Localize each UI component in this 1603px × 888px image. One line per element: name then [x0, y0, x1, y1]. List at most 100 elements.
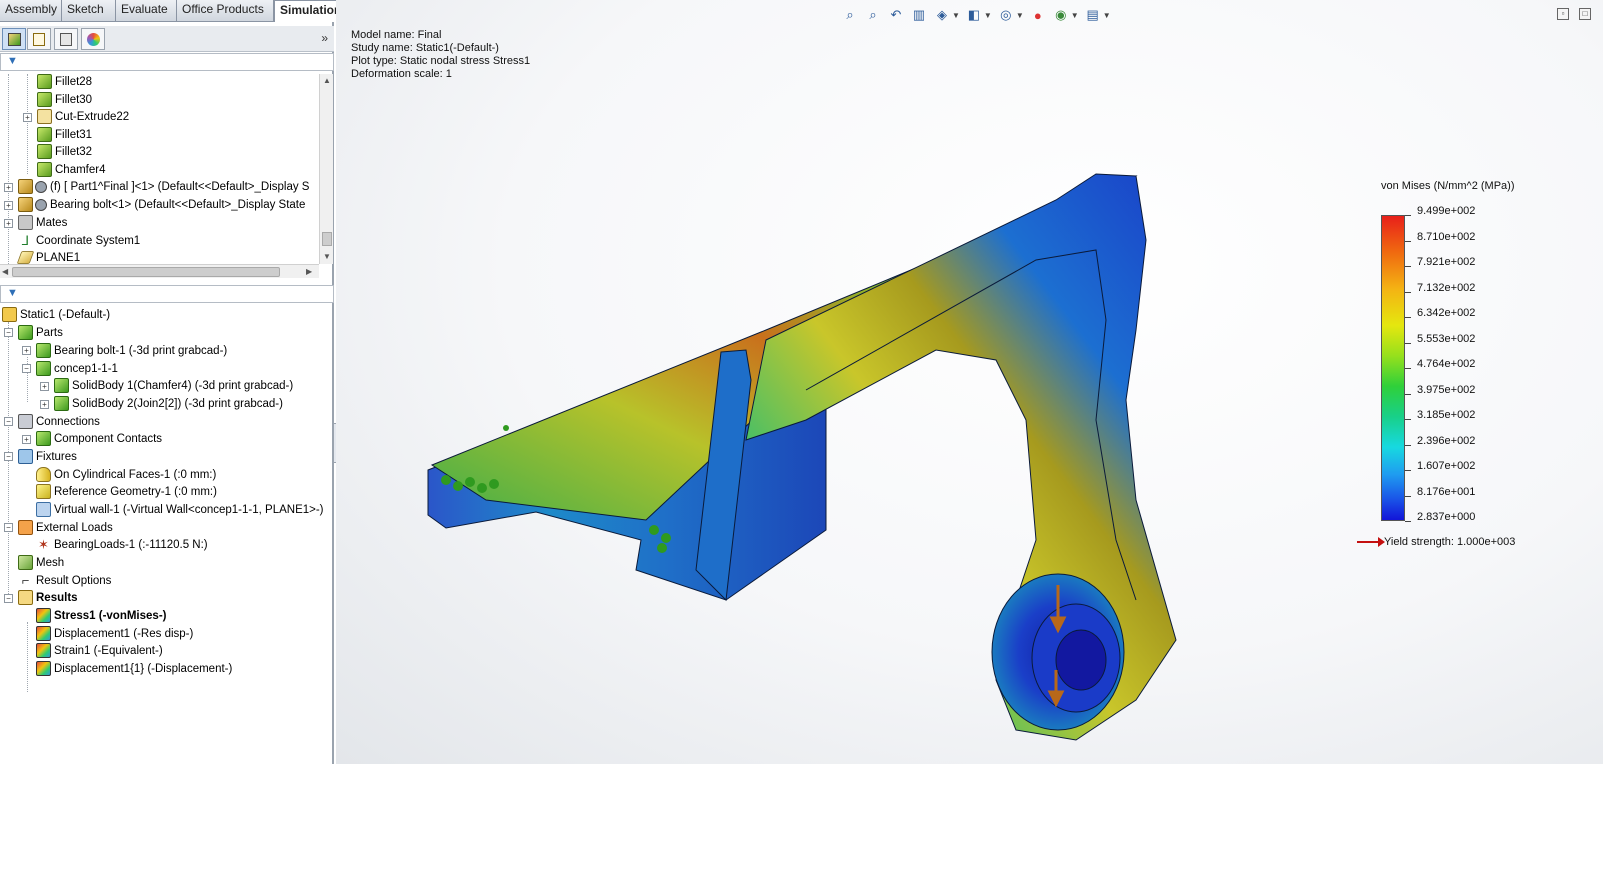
tree-item-parts[interactable]: Parts	[18, 324, 63, 341]
legend-tick	[1405, 240, 1411, 242]
collapse-toggle[interactable]: −	[22, 364, 31, 373]
legend-value: 5.553e+002	[1417, 332, 1476, 345]
displacement-plot-icon	[36, 661, 51, 676]
tree-item-label: Bearing bolt<1> (Default<<Default>_Displ…	[50, 198, 306, 211]
yield-strength-arrow-icon	[1357, 537, 1385, 547]
expand-toggle[interactable]: +	[23, 113, 32, 122]
collapse-toggle[interactable]: −	[4, 328, 13, 337]
expand-toggle[interactable]: +	[4, 183, 13, 192]
tree-item-concep1-1-1[interactable]: concep1-1-1	[36, 360, 118, 377]
legend-tick	[1405, 342, 1411, 344]
tree-item-label: Bearing bolt-1 (-3d print grabcad-)	[54, 344, 228, 357]
tree-item-strain1[interactable]: Strain1 (-Equivalent-)	[36, 642, 163, 659]
tree-item-solidbody-1[interactable]: SolidBody 1(Chamfer4) (-3d print grabcad…	[54, 377, 293, 394]
tree-item-results[interactable]: Results	[18, 589, 78, 606]
tree-item-bearing-bolt[interactable]: Bearing bolt<1> (Default<<Default>_Displ…	[18, 196, 305, 213]
study-tree-filter[interactable]: ▼	[0, 285, 334, 303]
expand-toggle[interactable]: +	[22, 435, 31, 444]
stress-plot-icon	[36, 608, 51, 623]
legend-value: 3.975e+002	[1417, 383, 1476, 396]
collapse-toggle[interactable]: −	[4, 523, 13, 532]
tab-simulation[interactable]: Simulation	[274, 0, 344, 22]
legend-value: 7.132e+002	[1417, 281, 1476, 294]
tree-item-label: Fillet31	[55, 128, 93, 141]
scrollbar-thumb[interactable]	[12, 267, 280, 277]
tree-item-part1-final[interactable]: (f) [ Part1^Final ]<1> (Default<<Default…	[18, 178, 309, 195]
tree-item-label: Parts	[36, 326, 63, 339]
tree-item-displacement1-1[interactable]: Displacement1{1} (-Displacement-)	[36, 660, 232, 677]
tree-item-fillet30[interactable]: Fillet30	[37, 91, 92, 108]
tree-item-static1[interactable]: Static1 (-Default-)	[2, 306, 110, 323]
legend-tick	[1405, 368, 1411, 369]
tab-office-products[interactable]: Office Products	[177, 0, 274, 21]
expand-toggle[interactable]: +	[4, 219, 13, 228]
graphics-area[interactable]: Model name: Final Study name: Static1(-D…	[336, 0, 1603, 764]
tree-item-chamfer4[interactable]: Chamfer4	[37, 161, 106, 178]
tree-item-external-loads[interactable]: External Loads	[18, 519, 113, 536]
expand-toggle[interactable]: +	[22, 346, 31, 355]
tab-sketch[interactable]: Sketch	[62, 0, 116, 21]
legend-tick	[1405, 215, 1411, 216]
scroll-left-arrow-icon[interactable]: ◀	[2, 267, 8, 276]
result-options-icon: ⌐	[21, 573, 30, 588]
tree-item-bearing-bolt-1[interactable]: Bearing bolt-1 (-3d print grabcad-)	[36, 342, 227, 359]
tree-item-fixtures[interactable]: Fixtures	[18, 448, 77, 465]
tree-item-displacement1[interactable]: Displacement1 (-Res disp-)	[36, 625, 193, 642]
legend-value: 3.185e+002	[1417, 409, 1476, 421]
property-manager-tab[interactable]	[27, 28, 51, 50]
tree-item-fillet31[interactable]: Fillet31	[37, 126, 92, 143]
part-body-icon	[36, 343, 51, 358]
connections-icon	[18, 414, 33, 429]
legend-title: von Mises (N/mm^2 (MPa))	[1381, 180, 1515, 192]
tree-item-label: Result Options	[36, 574, 112, 587]
stress-plot-model[interactable]	[336, 0, 1603, 764]
tree-item-solidbody-2[interactable]: SolidBody 2(Join2[2]) (-3d print grabcad…	[54, 395, 283, 412]
scroll-down-arrow-icon[interactable]: ▼	[323, 252, 331, 261]
expand-toggle[interactable]: +	[40, 382, 49, 391]
tree-item-label: Mates	[36, 216, 68, 229]
legend-value: 7.921e+002	[1417, 256, 1476, 268]
expand-toggle[interactable]: +	[40, 400, 49, 409]
tree-item-virtual-wall-1[interactable]: Virtual wall-1 (-Virtual Wall<concep1-1-…	[36, 501, 324, 518]
feature-manager-tab[interactable]	[2, 28, 26, 50]
tree-item-connections[interactable]: Connections	[18, 413, 100, 430]
tab-evaluate[interactable]: Evaluate	[116, 0, 177, 21]
cut-extrude-icon	[37, 109, 52, 124]
tree-item-mates[interactable]: Mates	[18, 214, 67, 231]
expand-toggle[interactable]: +	[4, 201, 13, 210]
tree-item-on-cylindrical-faces-1[interactable]: On Cylindrical Faces-1 (:0 mm:)	[36, 466, 216, 483]
collapse-toggle[interactable]: −	[4, 594, 13, 603]
tree-item-fillet28[interactable]: Fillet28	[37, 73, 92, 90]
tree-item-reference-geometry-1[interactable]: Reference Geometry-1 (:0 mm:)	[36, 483, 217, 500]
tree-item-coordinate-system1[interactable]: ⅃ Coordinate System1	[18, 232, 140, 249]
scroll-up-arrow-icon[interactable]: ▲	[323, 76, 331, 85]
tree-item-label: Displacement1{1} (-Displacement-)	[54, 662, 233, 675]
legend-value: 9.499e+002	[1417, 205, 1476, 217]
collapse-toggle[interactable]: −	[4, 452, 13, 461]
strain-plot-icon	[36, 643, 51, 658]
feature-tree-horizontal-scrollbar[interactable]: ◀ ▶	[0, 264, 319, 278]
configuration-manager-tab[interactable]	[54, 28, 78, 50]
results-folder-icon	[18, 590, 33, 605]
tree-item-mesh[interactable]: Mesh	[18, 554, 64, 571]
tree-item-cut-extrude22[interactable]: Cut-Extrude22	[37, 108, 129, 125]
tree-item-label: Cut-Extrude22	[55, 110, 130, 123]
tree-item-fillet32[interactable]: Fillet32	[37, 143, 92, 160]
tree-item-bearingloads-1[interactable]: ✶ BearingLoads-1 (:-11120.5 N:)	[36, 536, 208, 553]
scroll-right-arrow-icon[interactable]: ▶	[306, 267, 312, 276]
tree-item-result-options[interactable]: ⌐ Result Options	[18, 572, 112, 589]
feature-tree-icon	[7, 32, 21, 46]
collapse-toggle[interactable]: −	[4, 417, 13, 426]
tab-assembly[interactable]: Assembly	[0, 0, 62, 21]
feature-manager-panel: » ▼ Fillet28 Fillet30 + Cut-Extrude22 Fi…	[0, 22, 334, 764]
feature-tree-vertical-scrollbar[interactable]: ▲ ▼	[319, 74, 333, 264]
solid-body-icon	[54, 378, 69, 393]
feature-tree-filter[interactable]: ▼	[0, 53, 334, 71]
tree-item-label: Mesh	[36, 556, 65, 569]
tree-item-component-contacts[interactable]: Component Contacts	[36, 430, 162, 447]
tree-item-stress1[interactable]: Stress1 (-vonMises-)	[36, 607, 166, 624]
scrollbar-thumb[interactable]	[322, 232, 332, 246]
panel-expand-chevron-icon[interactable]: »	[321, 31, 328, 45]
display-manager-tab[interactable]	[81, 28, 105, 50]
tree-item-label: Connections	[36, 415, 100, 428]
